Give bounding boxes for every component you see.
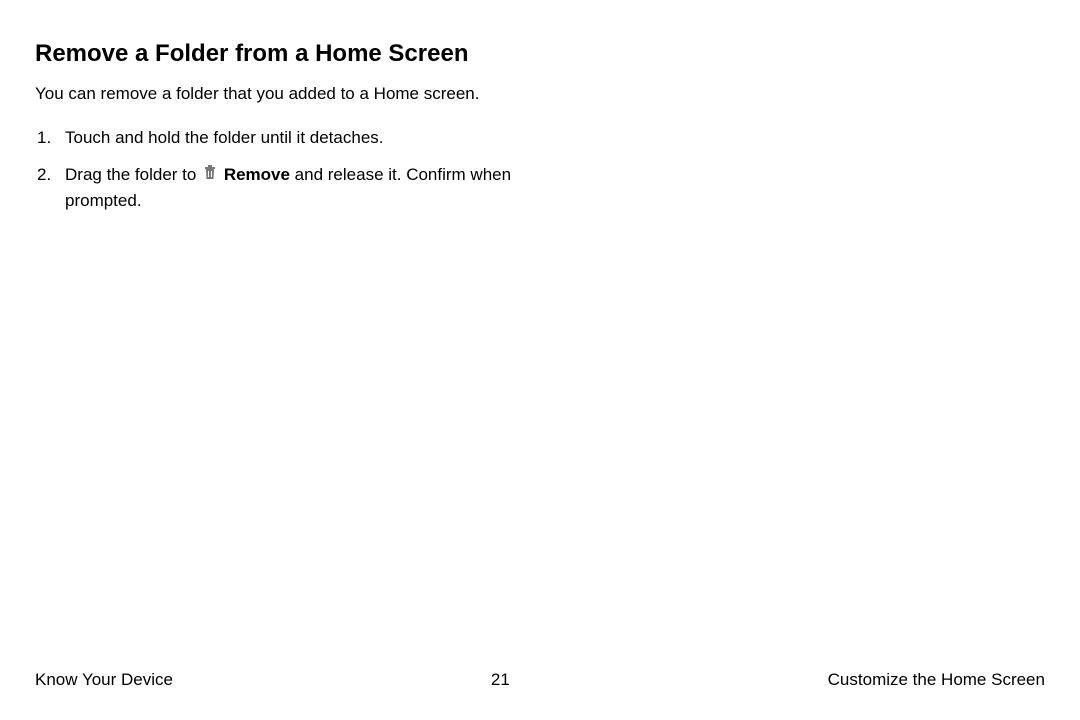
step-2-bold: Remove xyxy=(224,165,290,184)
footer-right: Customize the Home Screen xyxy=(828,670,1045,690)
step-2: Drag the folder to Remove and release it… xyxy=(35,162,535,214)
step-1: Touch and hold the folder until it detac… xyxy=(35,125,535,151)
footer-left: Know Your Device xyxy=(35,670,173,690)
page-footer: Know Your Device 21 Customize the Home S… xyxy=(35,670,1045,690)
footer-page-number: 21 xyxy=(491,670,510,690)
step-1-text: Touch and hold the folder until it detac… xyxy=(65,128,384,147)
trash-icon xyxy=(203,162,217,188)
section-description: You can remove a folder that you added t… xyxy=(35,82,535,107)
main-content: Remove a Folder from a Home Screen You c… xyxy=(35,40,535,214)
step-2-prefix: Drag the folder to xyxy=(65,165,201,184)
section-heading: Remove a Folder from a Home Screen xyxy=(35,40,535,68)
steps-list: Touch and hold the folder until it detac… xyxy=(35,125,535,214)
